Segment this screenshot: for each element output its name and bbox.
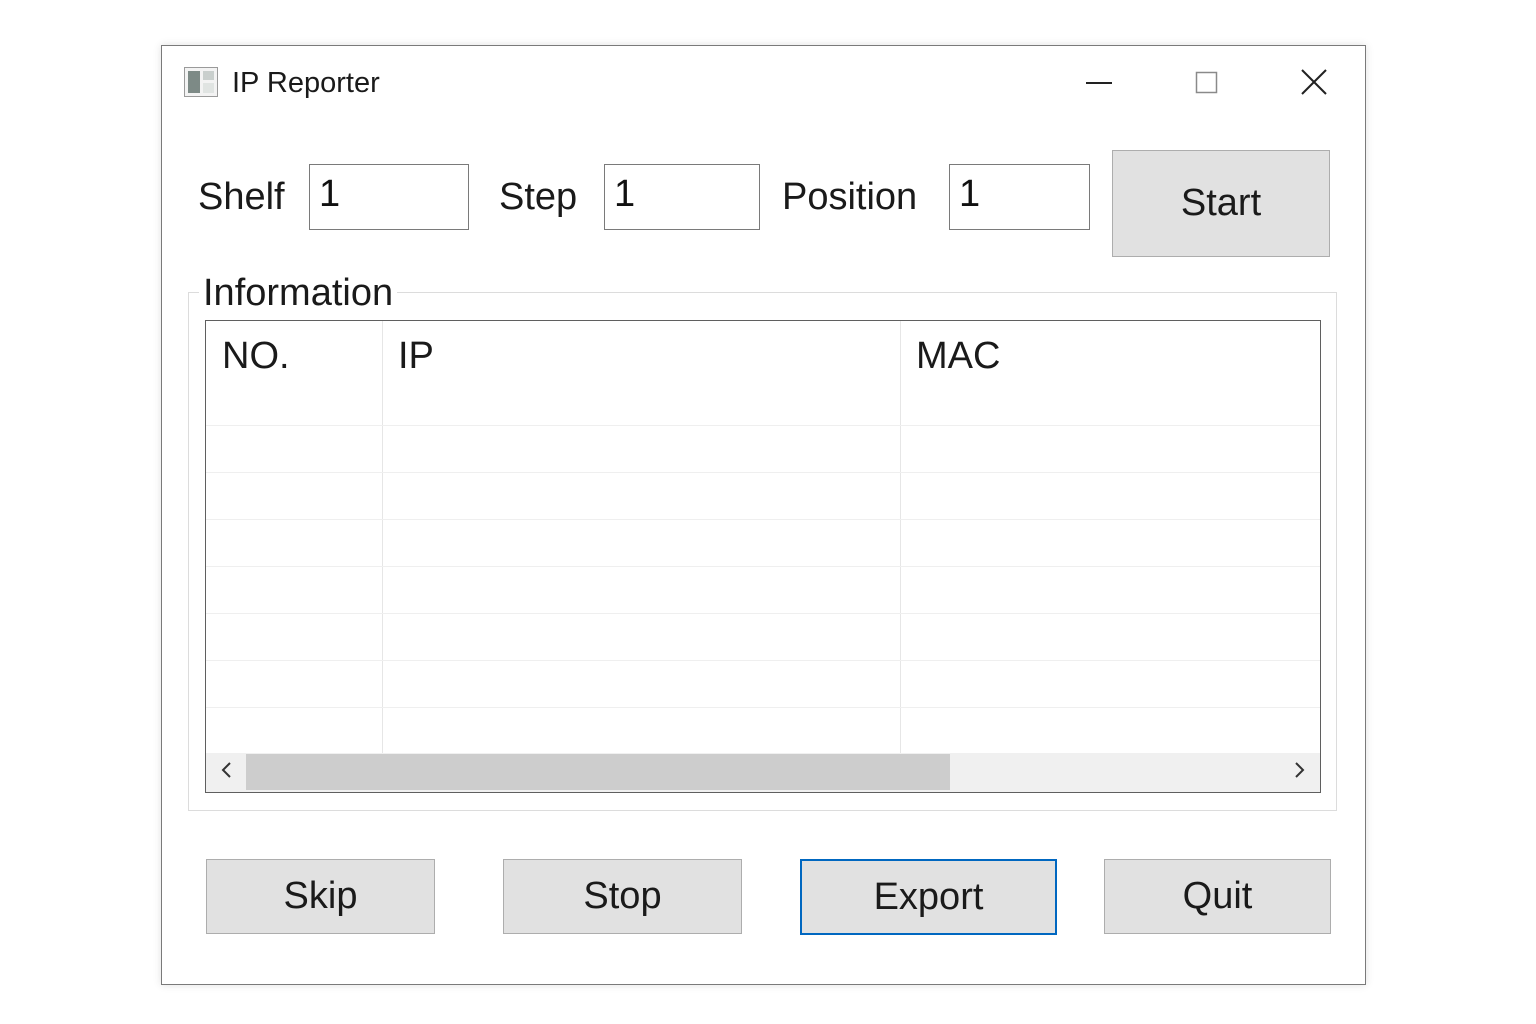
shelf-input[interactable]: 1 [309,164,469,230]
scroll-left-button[interactable] [208,753,246,792]
column-header-mac[interactable]: MAC [900,321,1320,425]
start-button[interactable]: Start [1112,150,1330,257]
step-input[interactable]: 1 [604,164,760,230]
shelf-label: Shelf [198,176,285,218]
step-label: Step [499,176,578,218]
table-row[interactable] [206,614,1320,661]
skip-button[interactable]: Skip [206,859,435,934]
maximize-icon [1177,71,1237,116]
stop-button[interactable]: Stop [503,859,742,934]
table-row[interactable] [206,661,1320,708]
table-row[interactable] [206,473,1320,520]
table-row[interactable] [206,708,1320,755]
information-group-title: Information [199,272,398,315]
horizontal-scrollbar[interactable] [206,753,1320,792]
chevron-right-icon [1290,759,1308,786]
column-header-no[interactable]: NO. [206,321,382,425]
title-bar[interactable]: IP Reporter [162,46,1365,126]
position-input[interactable]: 1 [949,164,1090,230]
information-table[interactable]: NO. IP MAC [205,320,1321,793]
maximize-button[interactable] [1177,56,1237,112]
app-icon [184,67,218,97]
table-row[interactable] [206,520,1320,567]
quit-button[interactable]: Quit [1104,859,1331,934]
close-icon [1284,69,1344,116]
table-row[interactable] [206,567,1320,614]
minimize-button[interactable] [1069,56,1129,112]
column-header-ip[interactable]: IP [382,321,900,425]
scroll-thumb[interactable] [246,754,951,790]
main-window: IP Reporter Shelf 1 Step 1 Position 1 St… [161,45,1366,985]
chevron-left-icon [218,759,236,786]
scroll-right-button[interactable] [1280,753,1318,792]
window-title: IP Reporter [232,67,380,99]
position-label: Position [782,176,918,218]
export-button[interactable]: Export [800,859,1057,935]
close-button[interactable] [1284,56,1344,112]
minimize-icon [1069,82,1129,116]
table-row[interactable] [206,426,1320,473]
